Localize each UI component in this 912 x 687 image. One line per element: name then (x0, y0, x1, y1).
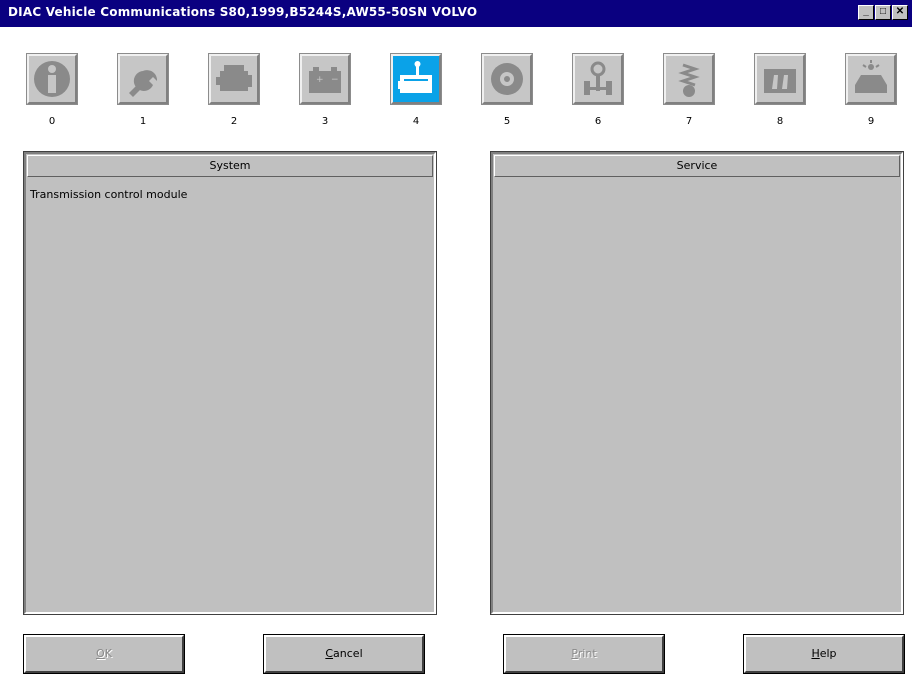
toolbar-number-2: 2 (230, 116, 238, 127)
system-panel-header: System (27, 155, 433, 177)
brake-icon (491, 63, 523, 95)
toolbar-tile-7[interactable] (663, 53, 715, 105)
ok-button[interactable]: OK (23, 634, 185, 674)
toolbar-tile-5[interactable] (481, 53, 533, 105)
toolbar-tile-8[interactable] (754, 53, 806, 105)
maximize-icon[interactable]: □ (875, 5, 891, 20)
cancel-button-accel: C (325, 647, 334, 660)
toolbar-tile-2[interactable] (208, 53, 260, 105)
car-alarm-icon (855, 60, 887, 93)
toolbar-number-8: 8 (776, 116, 784, 127)
toolbar-tile-1[interactable] (117, 53, 169, 105)
print-button[interactable]: Print (503, 634, 665, 674)
toolbar-number-3: 3 (321, 116, 329, 127)
engine-icon (216, 65, 252, 91)
help-button[interactable]: Help (743, 634, 905, 674)
cancel-button[interactable]: Cancel (263, 634, 425, 674)
information-icon (34, 61, 70, 97)
toolbar-tile-3[interactable]: + − (299, 53, 351, 105)
svg-text:−: − (331, 75, 339, 85)
service-panel: Service (490, 151, 904, 615)
transmission-icon (398, 61, 432, 93)
battery-icon: + − (309, 67, 341, 93)
toolbar-number-4: 4 (412, 116, 420, 127)
toolbar-tile-9[interactable] (845, 53, 897, 105)
close-icon[interactable]: ✕ (892, 5, 908, 20)
toolbar-tile-4[interactable] (390, 53, 442, 105)
toolbar-number-7: 7 (685, 116, 693, 127)
svg-text:+: + (316, 75, 324, 85)
ok-button-label: K (104, 647, 112, 660)
print-button-label: rint (577, 647, 597, 660)
system-list-item[interactable]: Transmission control module (26, 178, 434, 201)
minimize-icon[interactable]: _ (858, 5, 874, 20)
ok-button-accel: O (96, 647, 105, 660)
toolbar-tile-6[interactable] (572, 53, 624, 105)
seat-interior-icon (764, 69, 796, 93)
cancel-button-label: ancel (333, 647, 363, 660)
steering-chassis-icon (584, 61, 612, 95)
help-button-accel: H (811, 647, 820, 660)
toolbar-number-1: 1 (139, 116, 147, 127)
title-bar[interactable]: DIAC Vehicle Communications S80,1999,B52… (0, 0, 912, 27)
wrench-icon (129, 70, 158, 97)
toolbar-number-6: 6 (594, 116, 602, 127)
toolbar-tile-0[interactable] (26, 53, 78, 105)
system-panel: System Transmission control module (23, 151, 437, 615)
toolbar-number-9: 9 (867, 116, 875, 127)
help-button-label: elp (819, 647, 837, 660)
toolbar-number-0: 0 (48, 116, 56, 127)
service-panel-header: Service (494, 155, 900, 177)
window-title: DIAC Vehicle Communications S80,1999,B52… (8, 5, 478, 19)
toolbar-number-5: 5 (503, 116, 511, 127)
suspension-icon (678, 63, 700, 97)
